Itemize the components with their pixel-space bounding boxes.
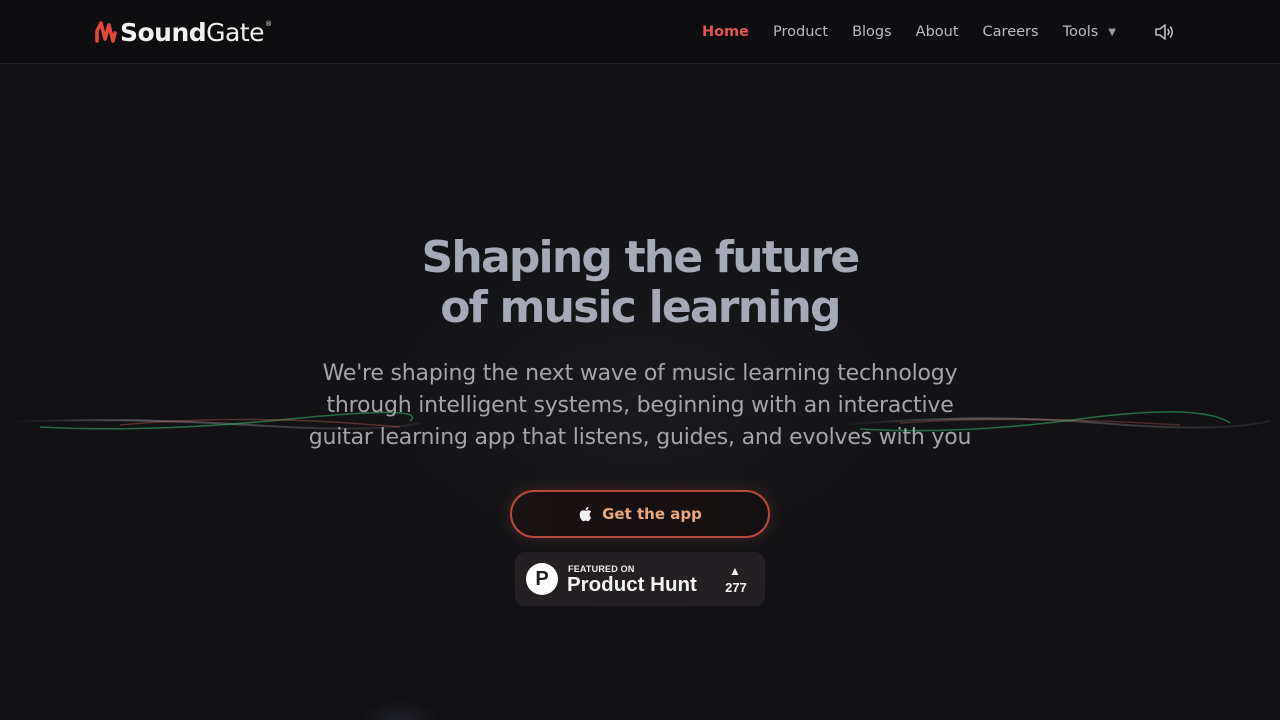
decorative-glow <box>360 700 440 720</box>
hero-subtitle-line-1: We're shaping the next wave of music lea… <box>322 361 958 386</box>
nav-home[interactable]: Home <box>702 24 749 40</box>
product-hunt-badge[interactable]: P FEATURED ON Product Hunt ▲ 277 <box>515 552 765 606</box>
product-hunt-logo-icon: P <box>526 563 558 595</box>
hero-title-line-1: Shaping the future <box>421 232 861 283</box>
logo-text-sound: Sound <box>120 17 207 47</box>
nav-tools-dropdown[interactable]: Tools ▼ <box>1063 24 1116 40</box>
registered-mark: ® <box>265 19 272 28</box>
upvote-count: 277 <box>725 580 747 595</box>
logo-text-gate: Gate <box>206 17 265 47</box>
speaker-volume-icon <box>1155 24 1174 40</box>
soundwave-logo-icon <box>95 21 117 43</box>
hero-subtitle-line-2: through intelligent systems, beginning w… <box>326 393 954 418</box>
upvote-arrow-icon: ▲ <box>729 564 741 578</box>
nav-blogs[interactable]: Blogs <box>852 24 892 40</box>
get-the-app-label: Get the app <box>602 505 702 523</box>
nav-tools-label: Tools <box>1062 24 1099 40</box>
site-header: Sound Gate ® Home Product Blogs About Ca… <box>0 0 1280 64</box>
hero-title: Shaping the future of music learning <box>0 233 1280 333</box>
get-the-app-button[interactable]: Get the app <box>510 490 770 538</box>
ph-name-label: Product Hunt <box>567 573 697 596</box>
chevron-down-icon: ▼ <box>1108 26 1116 38</box>
soundgate-logo[interactable]: Sound Gate ® <box>95 17 272 47</box>
hero-subtitle-line-3: guitar learning app that listens, guides… <box>308 425 972 450</box>
nav-careers[interactable]: Careers <box>983 24 1039 40</box>
logo-wordmark: Sound Gate ® <box>120 18 272 47</box>
apple-icon <box>579 506 592 522</box>
hero-title-line-2: of music learning <box>440 282 841 333</box>
sound-toggle-button[interactable] <box>1153 21 1177 43</box>
nav-product[interactable]: Product <box>773 24 828 40</box>
hero-subtitle: We're shaping the next wave of music lea… <box>290 358 990 454</box>
page: Sound Gate ® Home Product Blogs About Ca… <box>0 0 1280 720</box>
main-nav: Home Product Blogs About Careers Tools ▼ <box>678 0 1116 64</box>
nav-about[interactable]: About <box>916 24 959 40</box>
